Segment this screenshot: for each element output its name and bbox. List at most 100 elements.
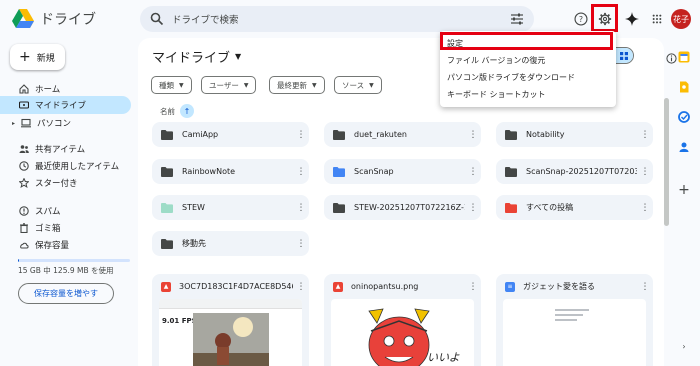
- expand-arrow-icon[interactable]: ▸: [12, 120, 15, 127]
- sidebar-item-my-drive[interactable]: マイドライブ: [0, 96, 131, 114]
- folder-name: 移動先: [182, 239, 206, 248]
- folder-tile[interactable]: RainbowNote ⋮: [152, 159, 309, 184]
- filter-modified-chip[interactable]: 最終更新 ▼: [269, 76, 325, 94]
- search-options-icon[interactable]: [510, 13, 524, 25]
- account-avatar[interactable]: 花子: [671, 9, 691, 29]
- settings-menu-highlight-box: [440, 32, 613, 50]
- svg-text:?: ?: [579, 15, 583, 24]
- more-actions-icon[interactable]: ⋮: [293, 167, 309, 177]
- sidebar-item-label: 最近使用したアイテム: [35, 162, 120, 172]
- folder-tile[interactable]: STEW-20251207T072216Z-1-001⋮: [324, 195, 481, 220]
- file-thumbnail: いいよ: [331, 299, 474, 366]
- folder-tile[interactable]: STEW ⋮: [152, 195, 309, 220]
- more-actions-icon[interactable]: ⋮: [637, 167, 653, 177]
- file-card[interactable]: ▲ 3OC7D183C1F4D7ACE8D54671...⋮ 9.01 FPS: [152, 274, 309, 366]
- sort-by-name[interactable]: 名前 ↑: [160, 104, 194, 118]
- gemini-sparkle-icon[interactable]: [623, 10, 641, 28]
- file-card[interactable]: ≡ ガジェット愛を語る ⋮: [496, 274, 653, 366]
- file-name: oninopantsu.png: [351, 282, 419, 291]
- filter-label: 種類: [159, 80, 174, 90]
- storage-quota-text: 15 GB 中 125.9 MB を使用: [18, 266, 114, 275]
- contacts-icon[interactable]: [678, 138, 690, 152]
- folder-tile[interactable]: Notability ⋮: [496, 122, 653, 147]
- drive-logo-icon: [12, 9, 34, 28]
- folder-tile[interactable]: すべての投稿 ⋮: [496, 195, 653, 220]
- folder-icon: [161, 238, 173, 249]
- sidebar-item-shared[interactable]: 共有アイテム: [0, 140, 131, 158]
- folder-icon: [333, 166, 345, 177]
- more-actions-icon[interactable]: ⋮: [465, 282, 481, 292]
- chevron-down-icon: ▼: [243, 81, 249, 89]
- get-more-storage-button[interactable]: 保存容量を増やす: [18, 283, 114, 304]
- more-actions-icon[interactable]: ⋮: [293, 239, 309, 249]
- more-actions-icon[interactable]: ⋮: [293, 130, 309, 140]
- sidebar-item-storage[interactable]: 保存容量: [0, 236, 131, 254]
- folder-tile[interactable]: ScanSnap ⋮: [324, 159, 481, 184]
- file-thumbnail: [503, 299, 646, 366]
- more-actions-icon[interactable]: ⋮: [465, 130, 481, 140]
- filter-type-chip[interactable]: 種類 ▼: [151, 76, 192, 94]
- help-icon[interactable]: ?: [572, 10, 590, 28]
- more-actions-icon[interactable]: ⋮: [465, 203, 481, 213]
- grid-view-icon[interactable]: [615, 48, 633, 63]
- folder-tile[interactable]: 移動先 ⋮: [152, 231, 309, 256]
- sidebar-item-label: スパム: [35, 207, 61, 217]
- sidebar-item-label: 保存容量: [35, 241, 70, 251]
- arrow-up-icon[interactable]: ↑: [180, 104, 194, 118]
- spam-icon: [19, 206, 29, 216]
- image-file-icon: ▲: [333, 281, 343, 292]
- more-actions-icon[interactable]: ⋮: [465, 167, 481, 177]
- search-bar[interactable]: ドライブで検索: [140, 6, 534, 32]
- computer-icon: [21, 118, 32, 128]
- folder-icon: [505, 166, 517, 177]
- more-actions-icon[interactable]: ⋮: [293, 282, 309, 292]
- more-actions-icon[interactable]: ⋮: [637, 130, 653, 140]
- menu-item-keyboard-shortcuts[interactable]: キーボード ショートカット: [440, 86, 616, 103]
- chevron-down-icon: ▼: [369, 81, 374, 89]
- search-input[interactable]: ドライブで検索: [172, 12, 510, 26]
- keep-icon[interactable]: [678, 78, 690, 93]
- page-title[interactable]: マイドライブ ▼: [152, 47, 241, 66]
- folder-name: STEW: [182, 203, 205, 212]
- image-file-icon: ▲: [161, 281, 171, 292]
- add-addon-icon[interactable]: +: [678, 183, 690, 197]
- folder-tile[interactable]: duet_rakuten ⋮: [324, 122, 481, 147]
- sidebar-item-recent[interactable]: 最近使用したアイテム: [0, 157, 131, 175]
- file-thumbnail: 9.01 FPS: [159, 299, 302, 366]
- filter-user-chip[interactable]: ユーザー ▼: [201, 76, 257, 94]
- apps-grid-icon[interactable]: [648, 10, 666, 28]
- file-name: ガジェット愛を語る: [523, 282, 595, 291]
- calendar-icon[interactable]: [678, 48, 690, 63]
- expand-panel-icon[interactable]: ›: [678, 342, 690, 354]
- sort-label: 名前: [160, 106, 175, 116]
- drive-logo[interactable]: ドライブ: [12, 9, 96, 29]
- sidebar-item-label: パソコン: [37, 119, 72, 129]
- folder-name: duet_rakuten: [354, 130, 407, 139]
- folder-name: すべての投稿: [526, 203, 574, 212]
- filter-label: ユーザー: [209, 80, 239, 90]
- details-info-icon[interactable]: [666, 49, 677, 68]
- file-name: 3OC7D183C1F4D7ACE8D54671...: [179, 282, 293, 291]
- screenshot-toolbar: [159, 299, 302, 309]
- sidebar-item-trash[interactable]: ゴミ箱: [0, 219, 131, 237]
- sidebar-item-label: スター付き: [35, 179, 78, 189]
- main-scrollbar[interactable]: [664, 98, 669, 226]
- sidebar-item-starred[interactable]: スター付き: [0, 174, 131, 192]
- search-icon[interactable]: [150, 12, 164, 26]
- folder-tile[interactable]: ScanSnap-20251207T072035Z...⋮: [496, 159, 653, 184]
- sidebar-item-computers[interactable]: ▸ パソコン: [0, 114, 131, 132]
- folder-name: Notability: [526, 130, 565, 139]
- more-actions-icon[interactable]: ⋮: [637, 203, 653, 213]
- file-card-header: ▲ 3OC7D183C1F4D7ACE8D54671...⋮: [152, 274, 309, 299]
- more-actions-icon[interactable]: ⋮: [293, 203, 309, 213]
- plus-icon: +: [19, 49, 31, 65]
- more-actions-icon[interactable]: ⋮: [637, 282, 653, 292]
- menu-item-download-desktop[interactable]: パソコン版ドライブをダウンロード: [440, 69, 616, 86]
- folder-tile[interactable]: CamiApp ⋮: [152, 122, 309, 147]
- menu-item-restore-versions[interactable]: ファイル バージョンの復元: [440, 52, 616, 69]
- file-card[interactable]: ▲ oninopantsu.png ⋮ いいよ: [324, 274, 481, 366]
- sidebar-item-spam[interactable]: スパム: [0, 202, 131, 220]
- filter-source-chip[interactable]: ソース ▼: [334, 76, 382, 94]
- new-button[interactable]: + 新規: [10, 44, 65, 70]
- tasks-icon[interactable]: [678, 108, 690, 123]
